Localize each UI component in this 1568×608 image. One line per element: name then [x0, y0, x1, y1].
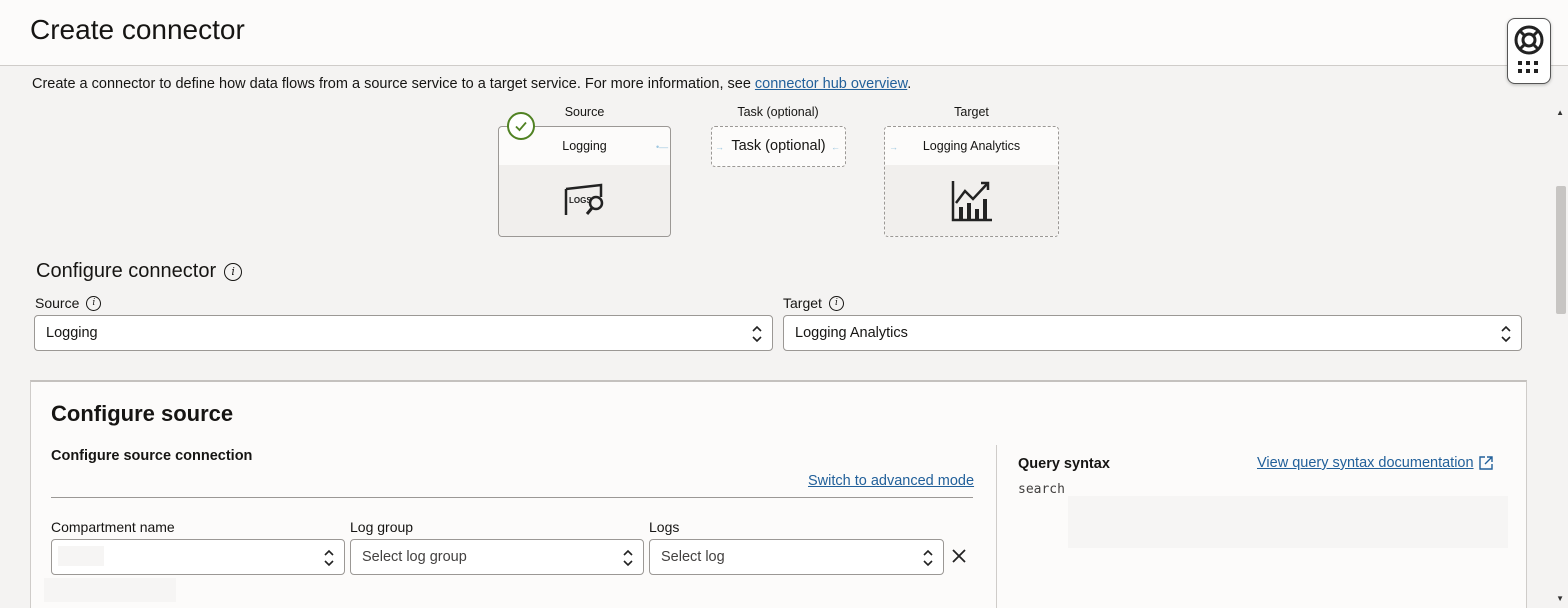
query-doc-link-text: View query syntax documentation [1257, 455, 1474, 471]
divider [996, 445, 997, 608]
intro-text: Create a connector to define how data fl… [32, 76, 911, 92]
analytics-chart-icon [951, 180, 992, 221]
intro-body: Create a connector to define how data fl… [32, 76, 755, 92]
source-select-value: Logging [46, 325, 98, 341]
info-icon[interactable]: i [224, 262, 243, 281]
target-select[interactable]: Logging Analytics [783, 315, 1522, 351]
redacted-value [58, 546, 104, 566]
target-card-body [885, 165, 1058, 236]
source-card[interactable]: Logging LOGS [498, 126, 671, 237]
flow-connector-icon: •— [656, 142, 669, 152]
logs-search-icon: LOGS [564, 183, 603, 215]
scroll-up-arrow-icon[interactable]: ▲ [1556, 108, 1564, 117]
redacted-area [1068, 496, 1508, 548]
configure-connector-title: Configure connector [36, 260, 217, 282]
chevron-updown-icon [752, 325, 762, 343]
info-icon[interactable]: i [828, 295, 844, 311]
source-label-text: Source [35, 295, 80, 311]
compartment-select[interactable] [51, 539, 345, 575]
task-card[interactable]: Task (optional) [711, 126, 846, 167]
logs-select[interactable]: Select log [649, 539, 944, 575]
switch-advanced-mode-link[interactable]: Switch to advanced mode [808, 473, 974, 489]
target-card-title: Logging Analytics [885, 127, 1058, 165]
target-field-label: Target i [783, 295, 844, 311]
compartment-label: Compartment name [51, 519, 175, 535]
query-syntax-docs-link[interactable]: View query syntax documentation [1257, 455, 1494, 471]
log-group-select-value: Select log group [362, 549, 467, 565]
log-group-label: Log group [350, 519, 414, 535]
log-group-select[interactable]: Select log group [350, 539, 644, 575]
target-card[interactable]: Logging Analytics [884, 126, 1059, 237]
flow-connector-icon: → [889, 142, 898, 152]
check-circle-icon [507, 112, 535, 140]
configure-source-title: Configure source [51, 401, 234, 426]
scrollbar[interactable] [1552, 102, 1568, 608]
redacted-area [44, 578, 176, 602]
flow-target-label: Target [954, 105, 989, 119]
apps-grid-icon [1518, 61, 1538, 73]
query-syntax-title: Query syntax [1018, 456, 1110, 472]
scrollbar-thumb[interactable] [1556, 186, 1566, 314]
info-icon[interactable]: i [86, 295, 102, 311]
chevron-updown-icon [923, 549, 933, 567]
connector-hub-overview-link[interactable]: connector hub overview [755, 76, 907, 92]
external-link-icon [1478, 456, 1493, 470]
lifebuoy-icon [1514, 25, 1544, 55]
divider [51, 497, 973, 498]
source-field-label: Source i [35, 295, 102, 311]
query-syntax-text: search [1018, 482, 1065, 497]
task-card-title: Task (optional) [712, 127, 845, 165]
configure-connector-heading: Configure connector i [36, 260, 243, 283]
page-header: Create connector [0, 0, 1568, 66]
intro-suffix: . [907, 76, 912, 92]
scroll-down-arrow-icon[interactable]: ▼ [1556, 594, 1564, 603]
source-select[interactable]: Logging [34, 315, 773, 351]
chevron-updown-icon [623, 549, 633, 567]
target-select-value: Logging Analytics [795, 325, 908, 341]
page-title: Create connector [30, 14, 245, 45]
close-icon[interactable] [950, 547, 968, 565]
flow-connector-icon: ← [831, 142, 840, 152]
flow-connector-icon: → [715, 142, 724, 152]
flow-task-label: Task (optional) [737, 105, 819, 119]
source-card-body: LOGS [499, 165, 670, 236]
chevron-updown-icon [1501, 325, 1511, 343]
logs-label: Logs [649, 519, 680, 535]
help-widget[interactable] [1507, 18, 1551, 84]
configure-source-connection-title: Configure source connection [51, 448, 253, 464]
target-label-text: Target [783, 295, 822, 311]
logs-select-value: Select log [661, 549, 725, 565]
chevron-updown-icon [324, 549, 334, 567]
